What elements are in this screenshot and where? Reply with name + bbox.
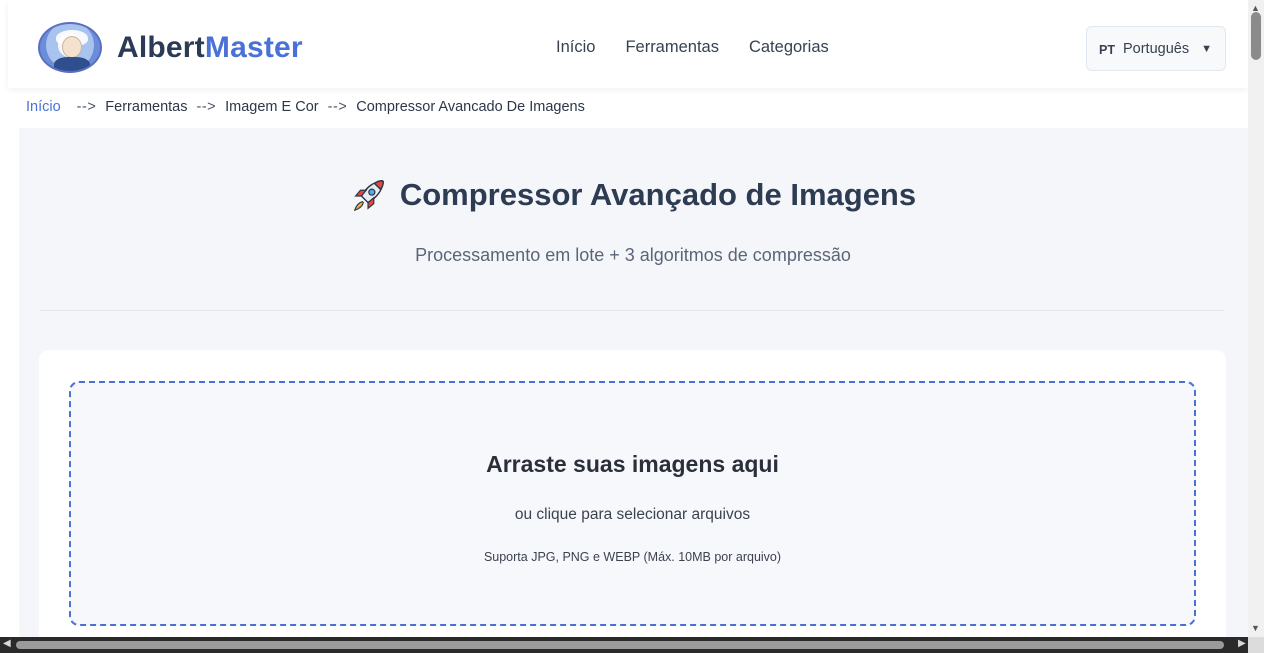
logo-text: AlbertMaster xyxy=(117,31,303,65)
nav-link-inicio[interactable]: Início xyxy=(556,38,595,57)
scroll-left-icon[interactable]: ◀ xyxy=(3,638,11,649)
breadcrumb-item-ferramentas[interactable]: Ferramentas xyxy=(105,99,187,115)
vertical-scrollbar[interactable]: ▲ ▼ xyxy=(1248,0,1264,637)
main-content: Compressor Avançado de Imagens Processam… xyxy=(19,128,1248,637)
divider xyxy=(40,310,1225,311)
page-title: Compressor Avançado de Imagens xyxy=(19,176,1247,214)
breadcrumb-separator: --> xyxy=(76,99,97,115)
scrollbar-corner xyxy=(1248,637,1264,653)
horizontal-scrollbar-thumb[interactable] xyxy=(16,641,1224,649)
logo-text-master: Master xyxy=(204,30,303,64)
vertical-scrollbar-thumb[interactable] xyxy=(1251,12,1261,60)
language-label: Português xyxy=(1122,40,1190,57)
scroll-down-icon[interactable]: ▼ xyxy=(1251,623,1260,633)
breadcrumb-separator: --> xyxy=(327,99,348,115)
scroll-right-icon[interactable]: ▶ xyxy=(1238,638,1246,649)
page-title-text: Compressor Avançado de Imagens xyxy=(399,177,917,212)
rocket-icon xyxy=(353,180,384,211)
logo-avatar-icon xyxy=(38,22,102,73)
site-header: AlbertMaster Início Ferramentas Categori… xyxy=(8,0,1248,88)
chevron-down-icon: ▼ xyxy=(1201,42,1212,55)
language-selector[interactable]: PT Português ▼ xyxy=(1086,26,1226,71)
page: AlbertMaster Início Ferramentas Categori… xyxy=(0,0,1248,637)
upload-card: Arraste suas imagens aqui ou clique para… xyxy=(39,350,1226,637)
breadcrumb-home-link[interactable]: Início xyxy=(26,99,61,115)
logo[interactable]: AlbertMaster xyxy=(38,22,303,73)
breadcrumb-item-imagem-e-cor[interactable]: Imagem E Cor xyxy=(225,99,318,115)
main-nav: Início Ferramentas Categorias xyxy=(556,38,829,57)
breadcrumb-separator: --> xyxy=(196,99,217,115)
dropzone-note: Suporta JPG, PNG e WEBP (Máx. 10MB por a… xyxy=(483,550,782,564)
file-dropzone[interactable]: Arraste suas imagens aqui ou clique para… xyxy=(69,381,1196,626)
nav-link-ferramentas[interactable]: Ferramentas xyxy=(625,38,719,57)
breadcrumb-item-current: Compressor Avancado De Imagens xyxy=(356,99,585,115)
language-code: PT xyxy=(1099,42,1115,57)
nav-link-categorias[interactable]: Categorias xyxy=(749,38,829,57)
logo-text-albert: Albert xyxy=(117,30,205,64)
page-subtitle: Processamento em lote + 3 algoritmos de … xyxy=(415,245,851,265)
dropzone-subtitle: ou clique para selecionar arquivos xyxy=(514,506,751,523)
breadcrumb: Início --> Ferramentas --> Imagem E Cor … xyxy=(26,99,585,115)
horizontal-scrollbar[interactable]: ◀ ▶ xyxy=(0,637,1264,653)
dropzone-title: Arraste suas imagens aqui xyxy=(486,451,779,477)
